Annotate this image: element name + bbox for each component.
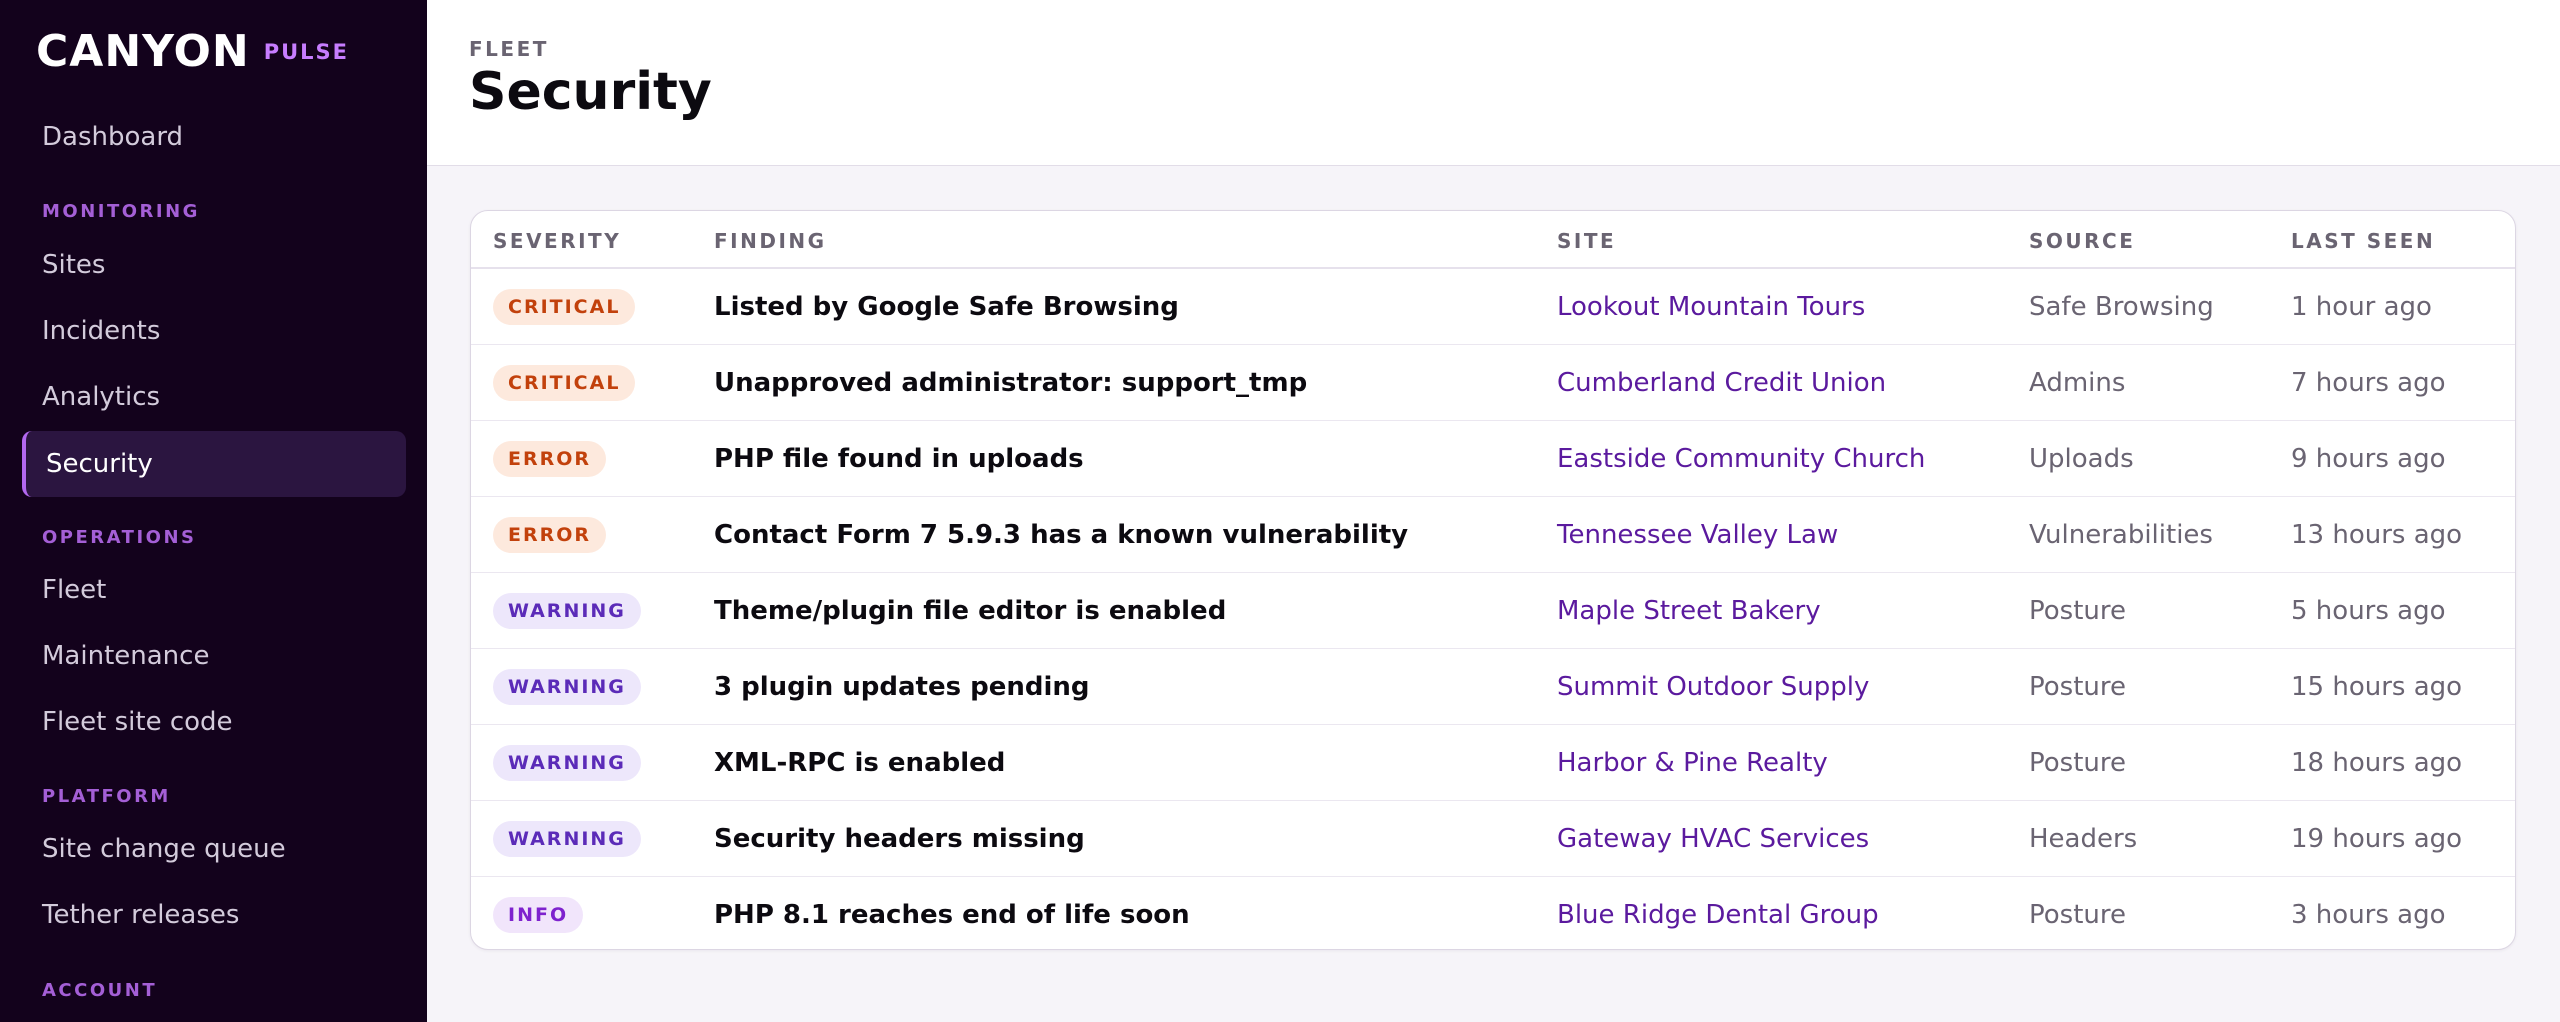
page-header: FLEET Security [427, 0, 2560, 166]
table-row[interactable]: WARNING Theme/plugin file editor is enabl… [471, 573, 2515, 649]
last-seen-cell: 3 hours ago [2291, 900, 2446, 930]
source-cell: Posture [2029, 596, 2126, 626]
column-header-severity[interactable]: SEVERITY [493, 229, 621, 253]
last-seen-cell: 18 hours ago [2291, 748, 2463, 778]
table-row[interactable]: ERROR PHP file found in uploads Eastside C… [471, 421, 2515, 497]
finding-cell: Listed by Google Safe Browsing [714, 292, 1179, 322]
site-link[interactable]: Maple Street Bakery [1557, 573, 1821, 649]
sidebar-item-tether-releases[interactable]: Tether releases [22, 882, 406, 948]
source-cell: Posture [2029, 900, 2126, 930]
sidebar-section-account: ACCOUNT [42, 980, 158, 1001]
sidebar: CANYON PULSE Dashboard MONITORING Sites … [0, 0, 427, 1022]
sidebar-item-security[interactable]: Security [22, 431, 406, 497]
severity-badge: CRITICAL [493, 289, 636, 325]
severity-cell: CRITICAL [493, 345, 636, 421]
source-cell: Posture [2029, 672, 2126, 702]
severity-badge: ERROR [493, 517, 607, 553]
brand-logo: CANYON [36, 26, 250, 77]
source-cell: Uploads [2029, 444, 2134, 474]
brand-product-label: PULSE [263, 40, 349, 64]
site-link[interactable]: Tennessee Valley Law [1557, 497, 1838, 573]
severity-badge: WARNING [493, 745, 641, 781]
brand[interactable]: CANYON PULSE [36, 26, 349, 77]
site-link[interactable]: Cumberland Credit Union [1557, 345, 1886, 421]
severity-cell: WARNING [493, 725, 641, 801]
severity-cell: ERROR [493, 421, 607, 497]
last-seen-cell: 19 hours ago [2291, 824, 2463, 854]
last-seen-cell: 5 hours ago [2291, 596, 2446, 626]
severity-badge: ERROR [493, 441, 607, 477]
sidebar-item-fleet[interactable]: Fleet [22, 557, 406, 623]
table-header: SEVERITY FINDING SITE SOURCE LAST SEEN [471, 211, 2515, 269]
severity-badge: WARNING [493, 669, 641, 705]
table-row[interactable]: WARNING Security headers missing Gateway H… [471, 801, 2515, 877]
sidebar-section-platform: PLATFORM [42, 786, 171, 807]
source-cell: Vulnerabilities [2029, 520, 2213, 550]
finding-cell: 3 plugin updates pending [714, 672, 1090, 702]
severity-badge: WARNING [493, 593, 641, 629]
severity-cell: WARNING [493, 573, 641, 649]
site-link[interactable]: Eastside Community Church [1557, 421, 1925, 497]
site-link[interactable]: Blue Ridge Dental Group [1557, 877, 1879, 949]
severity-badge: CRITICAL [493, 365, 636, 401]
last-seen-cell: 7 hours ago [2291, 368, 2446, 398]
sidebar-item-sites[interactable]: Sites [22, 232, 406, 298]
site-link[interactable]: Summit Outdoor Supply [1557, 649, 1869, 725]
finding-cell: Unapproved administrator: support_tmp [714, 368, 1308, 398]
breadcrumb: FLEET [469, 37, 549, 61]
severity-badge: INFO [493, 897, 584, 933]
security-findings-table: SEVERITY FINDING SITE SOURCE LAST SEEN C… [470, 210, 2516, 950]
last-seen-cell: 13 hours ago [2291, 520, 2463, 550]
severity-cell: INFO [493, 877, 584, 949]
table-row[interactable]: WARNING 3 plugin updates pending Summit Ou… [471, 649, 2515, 725]
severity-cell: ERROR [493, 497, 607, 573]
column-header-site[interactable]: SITE [1557, 229, 1616, 253]
sidebar-item-fleet-site-code[interactable]: Fleet site code [22, 689, 406, 755]
last-seen-cell: 1 hour ago [2291, 292, 2432, 322]
table-row[interactable]: INFO PHP 8.1 reaches end of life soon Blue… [471, 877, 2515, 949]
sidebar-section-monitoring: MONITORING [42, 201, 200, 222]
finding-cell: Theme/plugin file editor is enabled [714, 596, 1227, 626]
sidebar-item-analytics[interactable]: Analytics [22, 364, 406, 430]
source-cell: Safe Browsing [2029, 292, 2214, 322]
column-header-source[interactable]: SOURCE [2029, 229, 2135, 253]
column-header-finding[interactable]: FINDING [714, 229, 827, 253]
severity-cell: WARNING [493, 801, 641, 877]
table-row[interactable]: CRITICAL Unapproved administrator: suppor… [471, 345, 2515, 421]
page-title: Security [469, 62, 712, 122]
table-row[interactable]: CRITICAL Listed by Google Safe Browsing Lo… [471, 269, 2515, 345]
source-cell: Headers [2029, 824, 2138, 854]
source-cell: Posture [2029, 748, 2126, 778]
last-seen-cell: 9 hours ago [2291, 444, 2446, 474]
severity-badge: WARNING [493, 821, 641, 857]
site-link[interactable]: Harbor & Pine Realty [1557, 725, 1828, 801]
severity-cell: WARNING [493, 649, 641, 725]
severity-cell: CRITICAL [493, 269, 636, 345]
finding-cell: Security headers missing [714, 824, 1085, 854]
table-row[interactable]: ERROR Contact Form 7 5.9.3 has a known vu… [471, 497, 2515, 573]
table-row[interactable]: WARNING XML-RPC is enabled Harbor & Pine R… [471, 725, 2515, 801]
sidebar-item-maintenance[interactable]: Maintenance [22, 623, 406, 689]
sidebar-item-site-change-queue[interactable]: Site change queue [22, 816, 406, 882]
column-header-last-seen[interactable]: LAST SEEN [2291, 229, 2435, 253]
site-link[interactable]: Gateway HVAC Services [1557, 801, 1869, 877]
finding-cell: XML-RPC is enabled [714, 748, 1006, 778]
source-cell: Admins [2029, 368, 2126, 398]
sidebar-section-operations: OPERATIONS [42, 527, 197, 548]
site-link[interactable]: Lookout Mountain Tours [1557, 269, 1865, 345]
sidebar-item-incidents[interactable]: Incidents [22, 298, 406, 364]
sidebar-item-dashboard[interactable]: Dashboard [22, 104, 406, 170]
finding-cell: Contact Form 7 5.9.3 has a known vulnera… [714, 520, 1409, 550]
finding-cell: PHP 8.1 reaches end of life soon [714, 900, 1190, 930]
last-seen-cell: 15 hours ago [2291, 672, 2463, 702]
finding-cell: PHP file found in uploads [714, 444, 1084, 474]
